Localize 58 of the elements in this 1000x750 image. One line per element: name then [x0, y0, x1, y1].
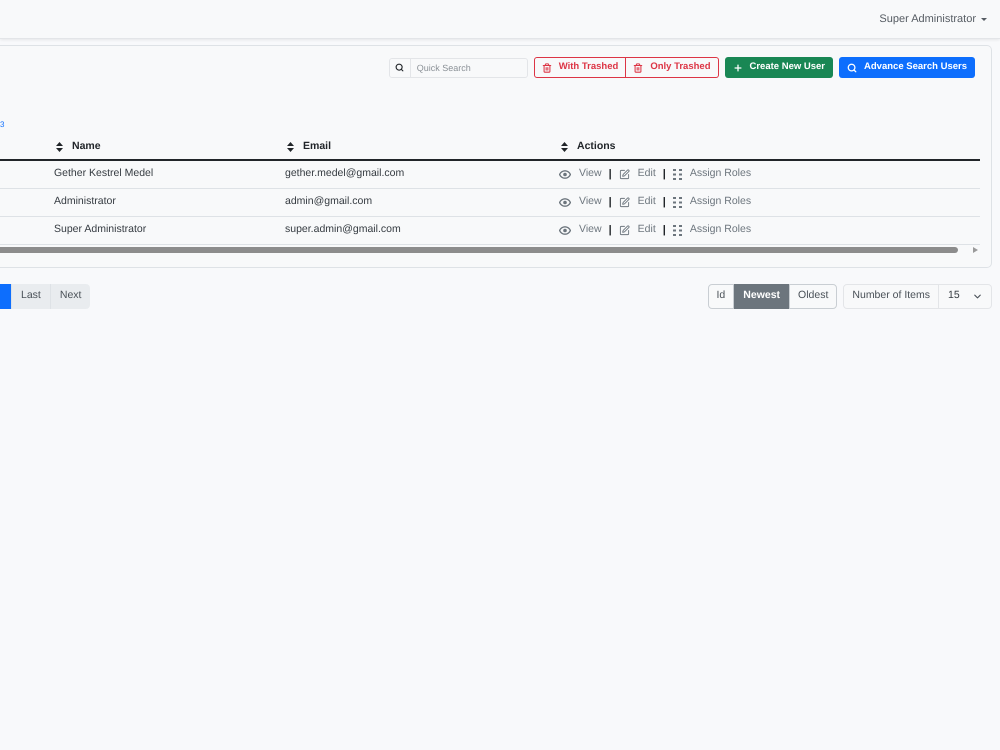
email-cell: gether.medel@gmail.com: [285, 167, 404, 180]
view-link[interactable]: View: [559, 166, 602, 182]
trash-filter-button[interactable]: With Trashed: [534, 57, 626, 78]
caret-icon: [981, 18, 987, 20]
name-cell: Administrator: [54, 195, 116, 208]
pagination-button[interactable]: Next: [50, 284, 90, 308]
search-icon: [395, 63, 404, 72]
edit-link[interactable]: Edit: [618, 166, 656, 182]
column-header[interactable]: Name: [72, 139, 101, 155]
user-menu[interactable]: Super Administrator: [879, 10, 987, 28]
action-separator: |: [662, 194, 667, 210]
assign-roles-link[interactable]: Assign Roles: [672, 166, 752, 182]
advanced-search-button[interactable]: Advance Search Users: [839, 57, 975, 78]
assign-roles-link[interactable]: Assign Roles: [672, 194, 752, 210]
edit-link[interactable]: Edit: [618, 194, 656, 210]
action-separator: |: [662, 167, 667, 182]
create-user-button[interactable]: Create New User: [724, 57, 834, 78]
view-link[interactable]: View: [559, 194, 602, 210]
assign-roles-link[interactable]: Assign Roles: [672, 222, 752, 238]
email-cell: admin@gmail.com: [285, 195, 372, 208]
sort-option-button[interactable]: Newest: [734, 284, 790, 308]
edit-icon: [618, 196, 630, 208]
edit-icon: [618, 168, 630, 180]
quick-search-input[interactable]: Quick Search: [410, 58, 528, 78]
trash-icon: [542, 62, 552, 72]
eye-icon: [559, 226, 571, 234]
search-icon: [847, 62, 858, 72]
sort-option-button[interactable]: Id: [708, 284, 734, 308]
action-separator: |: [608, 167, 613, 182]
scroll-right-arrow-icon[interactable]: [973, 246, 978, 252]
dot-grid-icon: [672, 168, 682, 180]
action-separator: |: [662, 222, 667, 238]
eye-icon: [559, 170, 571, 179]
scrollbar-thumb[interactable]: [0, 246, 958, 252]
email-cell: super.admin@gmail.com: [285, 223, 401, 236]
action-separator: |: [608, 222, 613, 238]
trash-filter-button[interactable]: Only Trashed: [626, 57, 718, 78]
view-link[interactable]: View: [559, 222, 602, 238]
action-separator: |: [608, 194, 613, 210]
dot-grid-icon: [672, 224, 682, 236]
name-cell: Super Administrator: [54, 223, 146, 236]
edit-link[interactable]: Edit: [618, 222, 656, 238]
eye-icon: [559, 198, 571, 206]
trash-icon: [633, 62, 644, 72]
sort-icon[interactable]: [287, 142, 294, 152]
sort-icon[interactable]: [561, 142, 568, 152]
column-header[interactable]: Actions: [577, 139, 616, 155]
edit-icon: [618, 224, 630, 236]
plus-icon: [732, 62, 742, 72]
dot-grid-icon: [672, 196, 682, 208]
pagination-button[interactable]: Last: [11, 284, 50, 308]
items-per-page-select[interactable]: 15: [939, 284, 992, 308]
sort-option-button[interactable]: Oldest: [789, 284, 838, 308]
summary-fragment: 3: [0, 119, 4, 130]
column-header[interactable]: Email: [303, 139, 332, 155]
items-count-label: Number of Items: [843, 284, 939, 308]
sort-icon[interactable]: [56, 142, 63, 152]
name-cell: Gether Kestrel Medel: [54, 167, 154, 180]
